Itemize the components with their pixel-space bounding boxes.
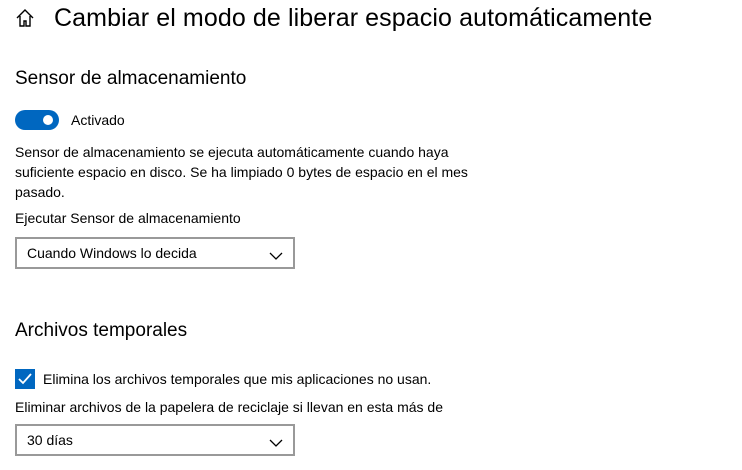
check-icon [18,373,32,385]
delete-temp-files-label: Elimina los archivos temporales que mis … [43,371,432,387]
toggle-label: Activado [71,112,125,128]
delete-temp-files-row: Elimina los archivos temporales que mis … [15,369,431,389]
section-title-storage-sense: Sensor de almacenamiento [15,68,247,89]
page-header: Cambiar el modo de liberar espacio autom… [14,0,652,36]
page-title: Cambiar el modo de liberar espacio autom… [54,3,653,32]
chevron-down-icon [269,248,283,260]
toggle-knob [43,115,53,125]
dropdown-selected-value: Cuando Windows lo decida [27,245,197,261]
storage-sense-toggle[interactable] [15,110,59,130]
run-storage-sense-label: Ejecutar Sensor de almacenamiento [15,210,241,226]
chevron-down-icon [269,435,283,447]
recycle-bin-dropdown[interactable]: 30 días [15,424,295,456]
storage-sense-description: Sensor de almacenamiento se ejecuta auto… [15,144,468,200]
dropdown-selected-value: 30 días [27,432,73,448]
section-title-temp-files: Archivos temporales [15,320,188,341]
recycle-bin-label: Eliminar archivos de la papelera de reci… [15,399,443,415]
storage-sense-toggle-row: Activado [15,110,125,130]
delete-temp-files-checkbox[interactable] [15,369,35,389]
home-icon[interactable] [14,7,36,29]
run-storage-sense-dropdown[interactable]: Cuando Windows lo decida [15,237,295,269]
